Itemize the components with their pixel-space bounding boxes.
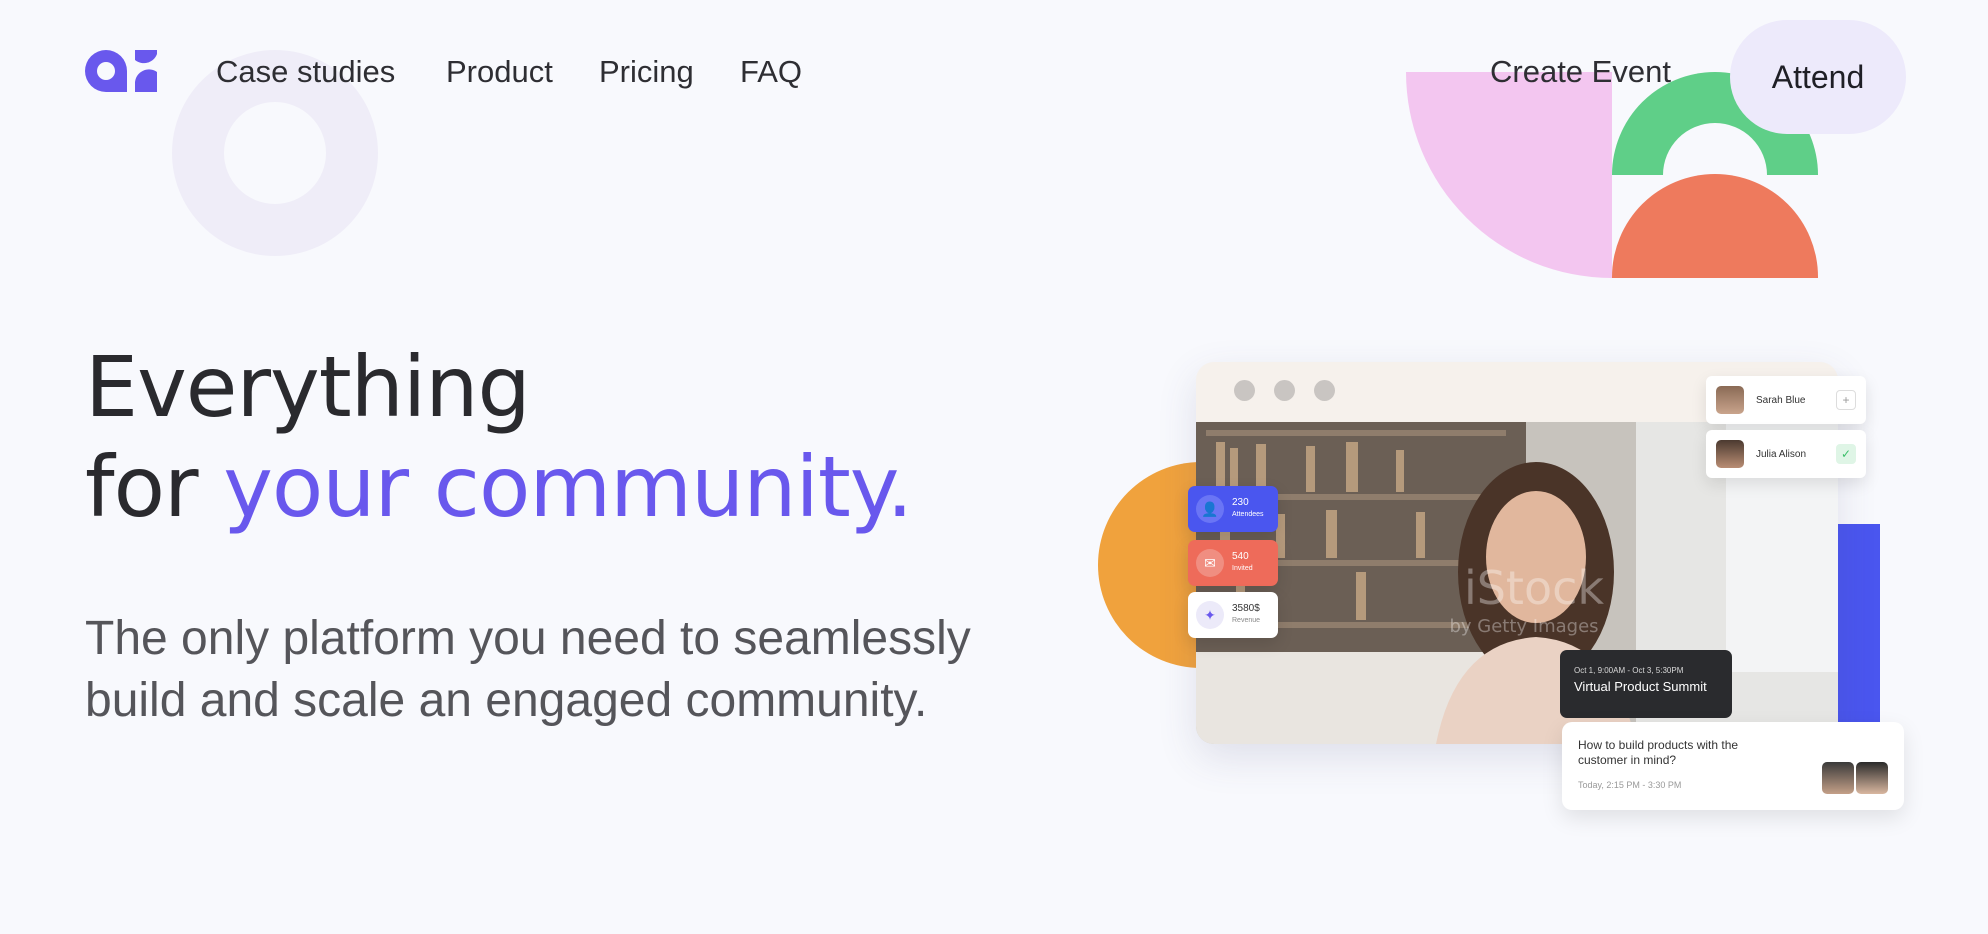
- create-event-link[interactable]: Create Event: [1490, 54, 1671, 90]
- event-dates: Oct 1, 9:00AM - Oct 3, 5:30PM: [1574, 666, 1684, 675]
- stat-value: 3580$: [1232, 603, 1260, 614]
- hero-title-line2: for your community.: [85, 438, 913, 536]
- decor-pink-quarter: [1406, 72, 1612, 278]
- attend-button[interactable]: Attend: [1730, 20, 1906, 134]
- attendee-name: Sarah Blue: [1756, 394, 1806, 406]
- stat-label: Invited: [1232, 565, 1253, 572]
- user-icon: 👤: [1196, 495, 1224, 523]
- session-card: How to build products with the customer …: [1562, 722, 1904, 810]
- svg-text:iStock: iStock: [1464, 561, 1604, 615]
- brand-logo-icon[interactable]: [85, 50, 157, 92]
- stat-card-revenue: ✦ 3580$ Revenue: [1188, 592, 1278, 638]
- ticket-icon: ✦: [1196, 601, 1224, 629]
- nav-faq[interactable]: FAQ: [740, 54, 802, 90]
- hero-title-accent: your community.: [223, 438, 913, 536]
- window-dot: [1234, 380, 1255, 401]
- stat-value: 230: [1232, 497, 1249, 508]
- decor-coral-semicircle: [1612, 174, 1818, 278]
- nav-product[interactable]: Product: [446, 54, 553, 90]
- attendee-name: Julia Alison: [1756, 448, 1807, 460]
- hero-subtitle: The only platform you need to seamlessly…: [85, 612, 971, 727]
- session-question: How to build products with the customer …: [1578, 738, 1739, 767]
- nav-pricing[interactable]: Pricing: [599, 54, 694, 90]
- stat-value: 540: [1232, 551, 1249, 562]
- stat-card-invited: ✉ 540 Invited: [1188, 540, 1278, 586]
- check-icon[interactable]: ✓: [1836, 444, 1856, 464]
- window-dot: [1274, 380, 1295, 401]
- avatar: [1822, 762, 1854, 794]
- svg-text:by Getty Images: by Getty Images: [1449, 616, 1598, 637]
- stat-label: Attendees: [1232, 511, 1264, 518]
- event-title: Virtual Product Summit: [1574, 679, 1707, 694]
- stat-label: Revenue: [1232, 617, 1261, 624]
- window-dot: [1314, 380, 1335, 401]
- add-icon[interactable]: +: [1836, 390, 1856, 410]
- attendee-card: Sarah Blue +: [1706, 376, 1866, 424]
- hero-title-prefix: for: [85, 438, 198, 536]
- envelope-icon: ✉: [1196, 549, 1224, 577]
- decor-blue-bar: [1832, 524, 1880, 722]
- avatar: [1716, 440, 1744, 468]
- avatar: [1856, 762, 1888, 794]
- hero-title-line1: Everything: [85, 338, 531, 436]
- attendee-card: Julia Alison ✓: [1706, 430, 1866, 478]
- stat-card-attendees: 👤 230 Attendees: [1188, 486, 1278, 532]
- nav-case-studies[interactable]: Case studies: [216, 54, 395, 90]
- avatar: [1716, 386, 1744, 414]
- event-card: Oct 1, 9:00AM - Oct 3, 5:30PM Virtual Pr…: [1560, 650, 1732, 718]
